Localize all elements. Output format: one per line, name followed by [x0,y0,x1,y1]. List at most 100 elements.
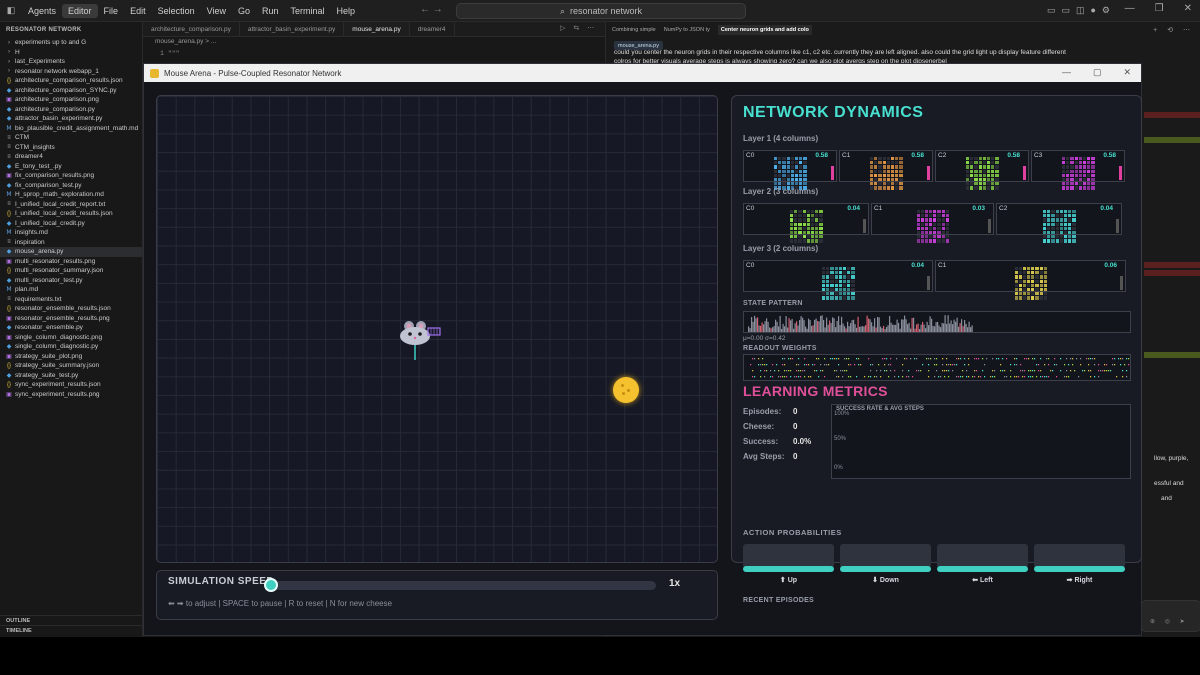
md-icon: Ⅿ [6,125,12,132]
neuron-cell [1091,182,1095,186]
speed-slider-track[interactable] [271,581,656,590]
account-icon[interactable]: ● [1090,5,1095,16]
file-item[interactable]: ▣ sync_experiment_results.png [0,390,142,400]
minimize-icon[interactable]: — [1062,67,1071,78]
neuron-cell [842,267,847,271]
file-item[interactable]: {} sync_experiment_results.json [0,380,142,390]
file-item[interactable]: ◆ attractor_basin_experiment.py [0,114,142,124]
ide-window-controls[interactable]: — ❐ ✕ [1125,3,1192,14]
file-item[interactable]: ◆ E_tony_test_.py [0,162,142,172]
file-item[interactable]: ≡ I_unified_local_credit_report.txt [0,200,142,210]
minimize-icon[interactable]: — [1125,3,1135,14]
file-item[interactable]: ◆ architecture_comparison_SYNC.py [0,86,142,96]
timeline-section[interactable]: TIMELINE [0,625,143,635]
py-icon: ◆ [6,87,12,94]
menu-run[interactable]: Run [256,4,285,18]
file-item[interactable]: ◆ resonator_ensemble.py [0,323,142,333]
menu-help[interactable]: Help [331,4,362,18]
file-item[interactable]: ≡ CTM [0,133,142,143]
file-item[interactable]: ◆ multi_resonator_test.py [0,276,142,286]
neuron-cell [1066,182,1070,186]
file-item[interactable]: › H [0,48,142,58]
file-item[interactable]: Ⅿbio_plausible_credit_assignment_math.md [0,124,142,134]
tab-dreamer4[interactable]: dreamer4 [410,22,455,36]
file-item[interactable]: ≡ inspiration [0,238,142,248]
menu-go[interactable]: Go [232,4,256,18]
chat-tab-0[interactable]: Combining simple [612,27,656,33]
speed-slider-handle[interactable] [264,578,278,592]
menu-selection[interactable]: Selection [152,4,201,18]
column-name: C2 [938,152,947,159]
tab-mouse-arena[interactable]: mouse_arena.py [344,22,410,36]
maximize-icon[interactable]: ❐ [1155,3,1164,14]
menu-file[interactable]: File [98,4,125,18]
file-item[interactable]: ▣ resonator_ensemble_results.png [0,314,142,324]
neuron-cell [782,157,786,161]
state-bar [869,319,871,332]
menu-terminal[interactable]: Terminal [285,4,331,18]
file-item[interactable]: {} architecture_comparison_results.json [0,76,142,86]
file-item[interactable]: › last_Experiments [0,57,142,67]
file-item[interactable]: Ⅿinsights.md [0,228,142,238]
file-item[interactable]: ▣ architecture_comparison.png [0,95,142,105]
file-item[interactable]: ◆ fix_comparison_test.py [0,181,142,191]
readout-weight [978,358,980,360]
column-activity-bar [1116,219,1119,233]
readout-weight [928,358,930,360]
nav-arrows[interactable]: ← → [420,4,450,15]
file-item[interactable]: ▣ multi_resonator_results.png [0,257,142,267]
file-item[interactable]: ◆ single_column_diagnostic.py [0,342,142,352]
command-search[interactable]: ⌕ resonator network [456,3,746,19]
state-bar [847,321,849,332]
neuron-cell [802,222,806,226]
chat-input[interactable] [1141,600,1200,632]
menu-agents[interactable]: Agents [22,4,62,18]
menu-editor[interactable]: Editor [62,3,98,18]
file-item[interactable]: ▣ strategy_suite_plot.png [0,352,142,362]
file-item[interactable]: ◆ architecture_comparison.py [0,105,142,115]
file-item[interactable]: ◆ mouse_arena.py [0,247,142,257]
readout-weight [908,370,910,372]
chat-actions-icons[interactable]: + ⟲ ⋯ [1153,26,1194,34]
file-item[interactable]: ▣ single_column_diagnostic.png [0,333,142,343]
split-icon[interactable]: ◫ [1076,5,1085,16]
close-icon[interactable]: ✕ [1123,67,1131,78]
close-icon[interactable]: ✕ [1184,3,1192,14]
chat-input-icons[interactable]: ⊕ ◎ ➤ [1150,618,1189,625]
maximize-icon[interactable]: ▢ [1093,67,1102,78]
file-item[interactable]: {} multi_resonator_summary.json [0,266,142,276]
file-item[interactable]: Ⅿ H_sprop_math_exploration.md [0,190,142,200]
file-item[interactable]: ◆ I_unified_local_credit.py [0,219,142,229]
app-window-controls[interactable]: — ▢ ✕ [1062,67,1131,78]
file-item[interactable]: ≡ CTM_insights [0,143,142,153]
readout-weight [870,376,872,378]
file-item[interactable]: {} strategy_suite_summary.json [0,361,142,371]
tab-attractor-basin[interactable]: attractor_basin_experiment.py [240,22,345,36]
breadcrumb[interactable]: mouse_arena.py > ... [155,38,216,45]
neuron-cell [1062,186,1066,190]
readout-weight [1048,364,1050,366]
menu-view[interactable]: View [201,4,232,18]
file-item[interactable]: ◆ strategy_suite_test.py [0,371,142,381]
tab-architecture-comparison[interactable]: architecture_comparison.py [143,22,240,36]
readout-weight [776,364,778,366]
file-item[interactable]: {} I_unified_local_credit_results.json [0,209,142,219]
menu-edit[interactable]: Edit [124,4,152,18]
run-icons[interactable]: ▷ ⇆ ⋯ [560,24,597,32]
file-item[interactable]: Ⅿplan.md [0,285,142,295]
file-item[interactable]: ▣ fix_comparison_results.png [0,171,142,181]
chat-tab-1[interactable]: NumPy to JSON ty [664,27,710,33]
layout-icons[interactable]: ▭ ▭ ◫ ● ⚙ [1047,5,1110,16]
file-item[interactable]: ≡ dreamer4 [0,152,142,162]
file-item[interactable]: ≡ requirements.txt [0,295,142,305]
file-item[interactable]: › resonator network webapp_1 [0,67,142,77]
layout-icon[interactable]: ▭ [1047,5,1056,16]
file-item[interactable]: › experiments up to and G [0,38,142,48]
state-bar [884,328,886,332]
arena-grid[interactable] [156,95,718,563]
chat-tab-2[interactable]: Center neuron grids and add colo [717,24,812,35]
outline-section[interactable]: OUTLINE [0,615,143,625]
gear-icon[interactable]: ⚙ [1102,5,1110,16]
panel-icon[interactable]: ▭ [1061,5,1070,16]
file-item[interactable]: {} resonator_ensemble_results.json [0,304,142,314]
